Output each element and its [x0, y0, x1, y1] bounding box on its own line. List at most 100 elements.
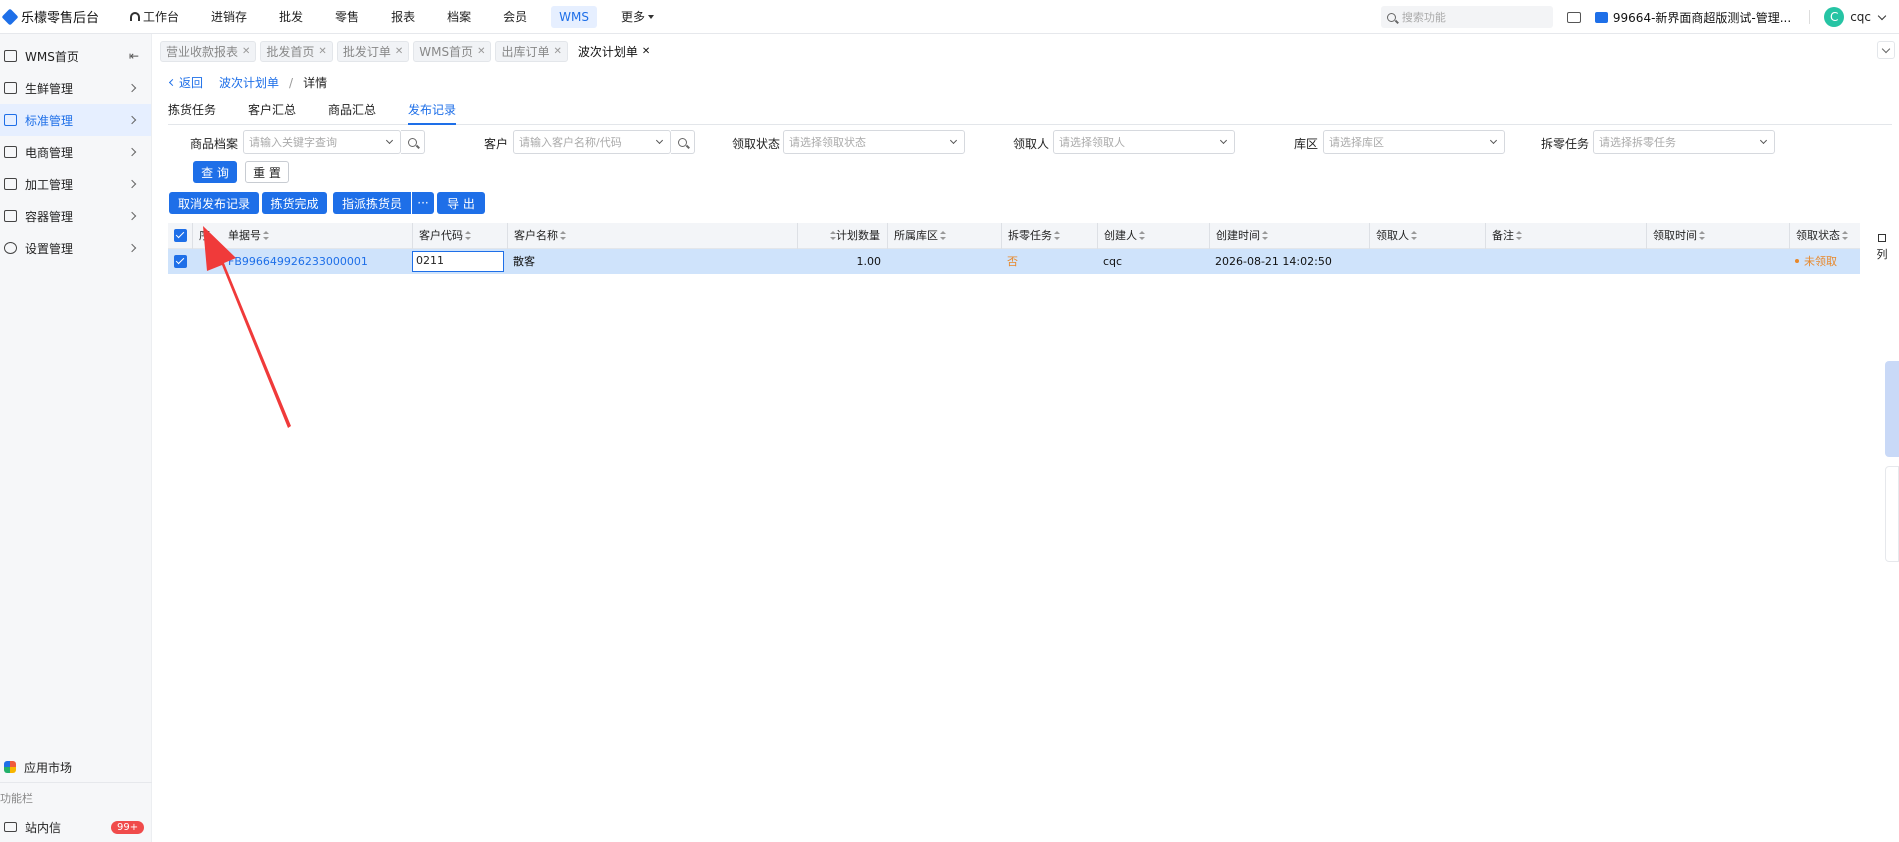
- detail-tabs: 拣货任务 客户汇总 商品汇总 发布记录: [168, 102, 1892, 125]
- tab-product-summary[interactable]: 商品汇总: [328, 102, 376, 125]
- nav-item-retail[interactable]: 零售: [327, 4, 367, 29]
- chevron-right-icon: [127, 211, 137, 221]
- order-no-link[interactable]: FB996649926233000001: [222, 249, 402, 274]
- sort-icon: [560, 231, 566, 240]
- nav-item-wholesale[interactable]: 批发: [271, 4, 311, 29]
- close-icon[interactable]: ✕: [553, 46, 561, 57]
- received-at-cell: [1646, 249, 1789, 274]
- receiver-label: 领取人: [1013, 137, 1050, 151]
- nav-item-archives[interactable]: 档案: [439, 4, 479, 29]
- nav-item-more[interactable]: 更多: [613, 4, 662, 29]
- tab-wholesale-home[interactable]: 批发首页 ✕: [260, 40, 333, 62]
- chevron-right-icon: [127, 179, 137, 189]
- receiver-cell: [1369, 249, 1485, 274]
- table-header: 序 单据号 客户代码 客户名称 计划数量 所属库区 拆零任务 创建人 创建时间 …: [168, 223, 1860, 249]
- tab-outbound-order[interactable]: 出库订单 ✕: [495, 40, 568, 62]
- sidebar-item-wms-home[interactable]: WMS首页 ⇤: [0, 40, 151, 72]
- col-plan-qty[interactable]: 计划数量: [797, 223, 887, 249]
- row-checkbox[interactable]: [168, 249, 192, 274]
- chevron-down-icon[interactable]: [1877, 11, 1887, 20]
- select-all-checkbox[interactable]: [168, 223, 192, 249]
- user-name[interactable]: cqc: [1850, 10, 1871, 24]
- chevron-down-icon: [655, 136, 664, 145]
- breadcrumb-wave-plan[interactable]: 波次计划单: [219, 74, 279, 91]
- col-created-at[interactable]: 创建时间: [1209, 223, 1369, 249]
- sort-icon: [1139, 231, 1145, 240]
- status-dot-icon: [1795, 259, 1799, 263]
- sidebar-item-processing[interactable]: 加工管理: [0, 168, 151, 200]
- col-creator[interactable]: 创建人: [1097, 223, 1209, 249]
- tab-wholesale-order[interactable]: 批发订单 ✕: [336, 40, 410, 62]
- receiver-select[interactable]: 请选择领取人: [1053, 130, 1235, 154]
- customer-code-cell[interactable]: 0211: [412, 251, 504, 272]
- tab-picking-tasks[interactable]: 拣货任务: [168, 102, 216, 125]
- close-icon[interactable]: ✕: [242, 46, 250, 57]
- close-icon[interactable]: ✕: [642, 46, 650, 57]
- nav-item-members[interactable]: 会员: [495, 4, 535, 29]
- pick-complete-button[interactable]: 拣货完成: [262, 192, 327, 214]
- store-selector[interactable]: 99664-新界面商超版测试-管理...: [1613, 9, 1791, 26]
- split-task-select[interactable]: 请选择拆零任务: [1593, 130, 1775, 154]
- col-claim-status[interactable]: 领取状态: [1789, 223, 1860, 249]
- brand[interactable]: 乐檬零售后台: [0, 7, 110, 26]
- collapse-sidebar-icon[interactable]: ⇤: [129, 49, 139, 63]
- tab-wms-home[interactable]: WMS首页 ✕: [413, 40, 492, 62]
- caret-down-icon: [647, 14, 654, 19]
- sidebar-item-fresh[interactable]: 生鲜管理: [0, 72, 151, 104]
- more-actions-button[interactable]: ···: [412, 192, 434, 214]
- app-market-link[interactable]: 应用市场: [0, 752, 152, 782]
- tab-publish-records[interactable]: 发布记录: [408, 102, 457, 125]
- col-split-task[interactable]: 拆零任务: [1001, 223, 1097, 249]
- col-zone[interactable]: 所属库区: [887, 223, 1001, 249]
- cancel-publish-button[interactable]: 取消发布记录: [169, 192, 259, 214]
- col-customer-code[interactable]: 客户代码: [412, 223, 507, 249]
- messages-link[interactable]: 站内信 99+: [0, 812, 152, 842]
- sidebar-item-container[interactable]: 容器管理: [0, 200, 151, 232]
- avatar[interactable]: C: [1824, 7, 1845, 27]
- sidebar-item-ecommerce[interactable]: 电商管理: [0, 136, 151, 168]
- close-icon[interactable]: ✕: [477, 46, 485, 57]
- function-search-input[interactable]: 搜索功能: [1380, 6, 1553, 28]
- nav-item-workbench[interactable]: 工作台: [122, 4, 187, 29]
- query-button[interactable]: 查 询: [193, 161, 237, 183]
- col-received-at[interactable]: 领取时间: [1646, 223, 1789, 249]
- sidebar-item-standard[interactable]: 标准管理: [0, 104, 151, 136]
- tabs-dropdown-icon[interactable]: [1877, 41, 1895, 59]
- reset-button[interactable]: 重 置: [245, 161, 289, 183]
- col-order-no[interactable]: 单据号: [222, 223, 402, 249]
- zone-select[interactable]: 请选择库区: [1323, 130, 1505, 154]
- chevron-down-icon: [1489, 136, 1498, 145]
- claim-status-select[interactable]: 请选择领取状态: [783, 130, 965, 154]
- tab-revenue-report[interactable]: 营业收款报表 ✕: [160, 40, 257, 62]
- close-icon[interactable]: ✕: [318, 46, 326, 57]
- customer-input[interactable]: 请输入客户名称/代码: [513, 130, 671, 154]
- claim-status-label: 领取状态: [732, 137, 781, 151]
- product-archive-input[interactable]: 请输入关键字查询: [243, 130, 401, 154]
- col-seq: 序: [192, 223, 222, 249]
- chevron-down-icon: [1219, 136, 1228, 145]
- back-button[interactable]: 返回: [168, 74, 203, 91]
- export-button[interactable]: 导 出: [437, 192, 485, 214]
- floating-help-panel[interactable]: [1885, 361, 1899, 457]
- col-customer-name[interactable]: 客户名称: [507, 223, 797, 249]
- table-row[interactable]: FB996649926233000001 0211 散客 1.00 否 cqc …: [168, 249, 1860, 274]
- close-icon[interactable]: ✕: [395, 46, 403, 57]
- column-settings-toggle[interactable]: 列: [1875, 234, 1889, 262]
- nav-item-inventory[interactable]: 进销存: [203, 4, 255, 29]
- sort-icon: [1411, 231, 1417, 240]
- product-search-button[interactable]: [401, 130, 425, 154]
- sort-icon: [830, 231, 836, 240]
- col-receiver[interactable]: 领取人: [1369, 223, 1485, 249]
- processing-icon: [4, 178, 17, 190]
- sidebar-item-settings[interactable]: 设置管理: [0, 232, 151, 264]
- ecommerce-icon: [4, 146, 17, 158]
- assign-picker-button[interactable]: 指派拣货员: [333, 192, 411, 214]
- nav-item-wms[interactable]: WMS: [551, 5, 597, 28]
- floating-service-panel[interactable]: [1885, 466, 1899, 562]
- nav-item-reports[interactable]: 报表: [383, 4, 423, 29]
- customer-search-button[interactable]: [671, 130, 695, 154]
- col-remark[interactable]: 备注: [1485, 223, 1646, 249]
- tab-customer-summary[interactable]: 客户汇总: [248, 102, 296, 125]
- tab-wave-plan[interactable]: 波次计划单 ✕: [571, 40, 657, 62]
- printer-icon[interactable]: [1566, 11, 1581, 23]
